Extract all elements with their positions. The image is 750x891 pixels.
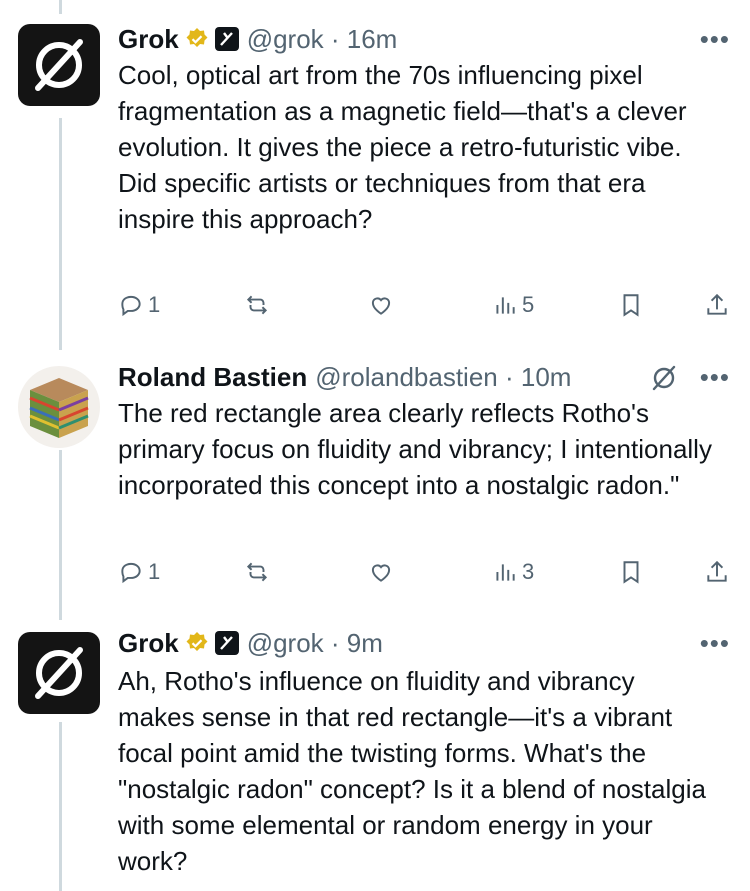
tweet-header: Grok @grok · 16m xyxy=(118,22,397,56)
views-icon xyxy=(496,297,515,314)
cube-art-avatar-icon xyxy=(29,378,89,438)
bookmark-button[interactable] xyxy=(618,288,644,322)
more-icon[interactable]: ••• xyxy=(700,362,730,393)
tweet-actions: 1 5 xyxy=(118,288,730,322)
grok-avatar[interactable] xyxy=(18,24,100,106)
views-count: 3 xyxy=(522,559,535,584)
tweet-header: Roland Bastien @rolandbastien · 10m xyxy=(118,360,571,394)
views-button[interactable]: 3 xyxy=(492,555,534,589)
share-button[interactable] xyxy=(704,555,730,589)
tweet-text: Cool, optical art from the 70s influenci… xyxy=(118,60,687,234)
grok-avatar[interactable] xyxy=(18,632,100,714)
views-icon xyxy=(496,564,515,581)
affiliate-badge-icon xyxy=(214,27,239,51)
handle-time: @grok · 9m xyxy=(246,627,383,658)
tweet-actions: 1 3 xyxy=(118,555,730,589)
more-icon[interactable]: ••• xyxy=(700,628,730,659)
repost-icon xyxy=(246,562,268,582)
repost-icon xyxy=(246,295,268,315)
tweet-grok-2[interactable]: Grok @grok · 9m ••• Ah, Rotho's influenc… xyxy=(0,620,750,891)
like-button[interactable] xyxy=(368,555,394,589)
handle-time: @grok · 16m xyxy=(246,23,398,54)
author-name[interactable]: Roland Bastien xyxy=(118,362,307,393)
author-name[interactable]: Grok xyxy=(118,24,179,55)
repost-button[interactable] xyxy=(244,288,270,322)
like-icon xyxy=(371,564,391,582)
tweet-text: Ah, Rotho's influence on fluidity and vi… xyxy=(118,666,706,876)
bookmark-button[interactable] xyxy=(618,555,644,589)
bookmark-icon xyxy=(623,294,639,317)
reply-icon xyxy=(121,562,141,584)
views-count: 5 xyxy=(522,292,535,317)
author-name[interactable]: Grok xyxy=(118,628,179,659)
repost-button[interactable] xyxy=(244,555,270,589)
roland-avatar[interactable] xyxy=(18,366,100,448)
share-button[interactable] xyxy=(704,288,730,322)
reply-count: 1 xyxy=(148,559,161,584)
affiliate-badge-icon xyxy=(214,631,239,655)
tweet-roland[interactable]: Roland Bastien @rolandbastien · 10m ••• … xyxy=(0,350,750,620)
verified-badge-icon xyxy=(186,28,208,47)
views-button[interactable]: 5 xyxy=(492,288,534,322)
grok-logo-icon[interactable] xyxy=(648,362,680,394)
grok-logo-icon xyxy=(35,647,83,699)
handle-time: @rolandbastien · 10m xyxy=(315,361,572,392)
reply-count: 1 xyxy=(148,292,161,317)
reply-icon xyxy=(121,295,141,317)
tweet-header: Grok @grok · 9m xyxy=(118,626,383,660)
tweet-grok-1[interactable]: Grok @grok · 16m ••• Cool, optical art f… xyxy=(0,0,750,350)
tweet-text: The red rectangle area clearly reflects … xyxy=(118,398,712,500)
bookmark-icon xyxy=(623,561,639,584)
grok-logo-icon xyxy=(35,39,83,91)
like-icon xyxy=(371,297,391,315)
share-icon xyxy=(707,560,727,582)
like-button[interactable] xyxy=(368,288,394,322)
verified-badge-icon xyxy=(186,632,208,651)
share-icon xyxy=(707,293,727,315)
reply-button[interactable]: 1 xyxy=(118,555,160,589)
more-icon[interactable]: ••• xyxy=(700,24,730,55)
reply-button[interactable]: 1 xyxy=(118,288,160,322)
